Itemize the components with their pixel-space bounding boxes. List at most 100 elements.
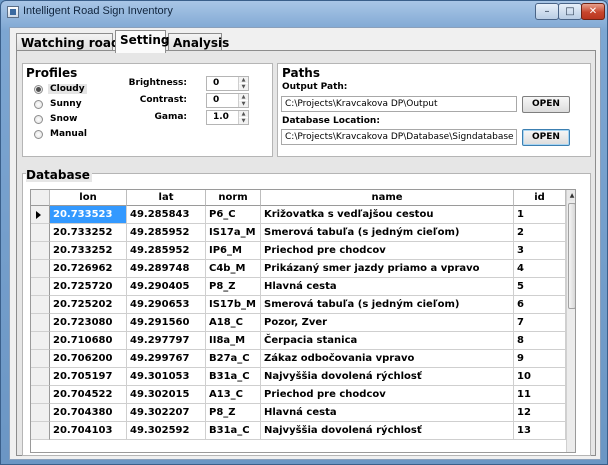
cell-lon[interactable]: 20.725202 — [50, 296, 127, 314]
cell-lon[interactable]: 20.733252 — [50, 242, 127, 260]
row-selector[interactable] — [31, 224, 50, 242]
contrast-spin-arrows[interactable]: ▲ ▼ — [238, 94, 248, 107]
cell-lat[interactable]: 49.291560 — [127, 314, 206, 332]
row-selector[interactable] — [31, 404, 50, 422]
row-selector[interactable] — [31, 350, 50, 368]
spin-down-icon[interactable]: ▼ — [239, 101, 248, 107]
cell-id[interactable]: 10 — [514, 368, 566, 386]
brightness-spin-arrows[interactable]: ▲ ▼ — [238, 77, 248, 90]
cell-lon[interactable]: 20.733523 — [50, 206, 127, 224]
cell-norm[interactable]: B27a_C — [206, 350, 261, 368]
row-selector[interactable] — [31, 242, 50, 260]
cell-norm[interactable]: P8_Z — [206, 404, 261, 422]
title-bar[interactable]: Intelligent Road Sign Inventory – □ ✕ — [1, 1, 607, 23]
cell-id[interactable]: 5 — [514, 278, 566, 296]
cell-lat[interactable]: 49.301053 — [127, 368, 206, 386]
open-database-button[interactable]: OPEN — [522, 129, 570, 146]
cell-name[interactable]: Smerová tabuľa (s jedným cieľom) — [261, 224, 514, 242]
cell-name[interactable]: Priechod pre chodcov — [261, 242, 514, 260]
table-row[interactable]: 20.726962 49.289748 C4b_M Prikázaný smer ja… — [31, 260, 566, 278]
column-header-lon[interactable]: lon — [50, 190, 127, 206]
cell-lat[interactable]: 49.302015 — [127, 386, 206, 404]
column-header-lat[interactable]: lat — [127, 190, 206, 206]
cell-norm[interactable]: A18_C — [206, 314, 261, 332]
cell-lon[interactable]: 20.705197 — [50, 368, 127, 386]
cell-lon[interactable]: 20.704380 — [50, 404, 127, 422]
cell-id[interactable]: 8 — [514, 332, 566, 350]
cell-name[interactable]: Pozor, Zver — [261, 314, 514, 332]
cell-lat[interactable]: 49.302592 — [127, 422, 206, 440]
cell-id[interactable]: 6 — [514, 296, 566, 314]
cell-norm[interactable]: P8_Z — [206, 278, 261, 296]
cell-id[interactable]: 13 — [514, 422, 566, 440]
cell-name[interactable]: Priechod pre chodcov — [261, 386, 514, 404]
row-selector[interactable] — [31, 368, 50, 386]
cell-lat[interactable]: 49.285843 — [127, 206, 206, 224]
cell-name[interactable]: Hlavná cesta — [261, 404, 514, 422]
row-selector[interactable] — [31, 332, 50, 350]
spin-up-icon[interactable]: ▲ — [239, 94, 248, 100]
cell-lat[interactable]: 49.289748 — [127, 260, 206, 278]
maximize-button[interactable]: □ — [558, 3, 582, 20]
cell-name[interactable]: Zákaz odbočovania vpravo — [261, 350, 514, 368]
cell-id[interactable]: 1 — [514, 206, 566, 224]
spin-up-icon[interactable]: ▲ — [239, 77, 248, 83]
column-header-norm[interactable]: norm — [206, 190, 261, 206]
row-selector[interactable] — [31, 386, 50, 404]
cell-norm[interactable]: P6_C — [206, 206, 261, 224]
table-row[interactable]: 20.704522 49.302015 A13_C Priechod pre chod… — [31, 386, 566, 404]
column-header-name[interactable]: name — [261, 190, 514, 206]
cell-lon[interactable]: 20.710680 — [50, 332, 127, 350]
column-header-id[interactable]: id — [514, 190, 566, 206]
table-row[interactable]: 20.710680 49.297797 II8a_M Čerpacia stanica… — [31, 332, 566, 350]
cell-norm[interactable]: IS17b_M — [206, 296, 261, 314]
cell-norm[interactable]: B31a_C — [206, 368, 261, 386]
tab-setting[interactable]: Setting — [115, 30, 170, 53]
table-row[interactable]: 20.725720 49.290405 P8_Z Hlavná cesta 5 — [31, 278, 566, 296]
cell-name[interactable]: Najvyššia dovolená rýchlosť — [261, 422, 514, 440]
cell-lon[interactable]: 20.726962 — [50, 260, 127, 278]
scrollbar-thumb[interactable] — [568, 203, 575, 309]
table-row[interactable]: 20.705197 49.301053 B31a_C Najvyššia dovole… — [31, 368, 566, 386]
scroll-up-icon[interactable]: ▲ — [567, 190, 575, 201]
table-row[interactable]: 20.725202 49.290653 IS17b_M Smerová tabuľa … — [31, 296, 566, 314]
spin-up-icon[interactable]: ▲ — [239, 111, 248, 117]
brightness-stepper[interactable]: 0 ▲ ▼ — [206, 76, 249, 91]
table-row[interactable]: 20.704103 49.302592 B31a_C Najvyššia dovole… — [31, 422, 566, 440]
cell-norm[interactable]: IP6_M — [206, 242, 261, 260]
cell-lat[interactable]: 49.290405 — [127, 278, 206, 296]
cell-lat[interactable]: 49.297797 — [127, 332, 206, 350]
cell-id[interactable]: 2 — [514, 224, 566, 242]
table-row[interactable]: 20.733523 49.285843 P6_C Križovatka s vedľa… — [31, 206, 566, 224]
table-row[interactable]: 20.733252 49.285952 IP6_M Priechod pre chod… — [31, 242, 566, 260]
cell-name[interactable]: Najvyššia dovolená rýchlosť — [261, 368, 514, 386]
cell-lon[interactable]: 20.704522 — [50, 386, 127, 404]
spin-down-icon[interactable]: ▼ — [239, 118, 248, 124]
database-location-input[interactable]: C:\Projects\Kravcakova DP\Database\Signd… — [281, 129, 517, 145]
close-button[interactable]: ✕ — [581, 3, 605, 20]
cell-id[interactable]: 3 — [514, 242, 566, 260]
cell-norm[interactable]: C4b_M — [206, 260, 261, 278]
cell-lat[interactable]: 49.302207 — [127, 404, 206, 422]
cell-lon[interactable]: 20.733252 — [50, 224, 127, 242]
row-selector[interactable] — [31, 260, 50, 278]
cell-norm[interactable]: IS17a_M — [206, 224, 261, 242]
cell-id[interactable]: 12 — [514, 404, 566, 422]
row-selector[interactable] — [31, 278, 50, 296]
open-output-button[interactable]: OPEN — [522, 96, 570, 113]
cell-norm[interactable]: II8a_M — [206, 332, 261, 350]
cell-lat[interactable]: 49.290653 — [127, 296, 206, 314]
table-row[interactable]: 20.733252 49.285952 IS17a_M Smerová tabuľa … — [31, 224, 566, 242]
vertical-scrollbar[interactable]: ▲ — [566, 190, 575, 452]
cell-id[interactable]: 11 — [514, 386, 566, 404]
row-selector[interactable] — [31, 422, 50, 440]
cell-id[interactable]: 4 — [514, 260, 566, 278]
row-selector[interactable] — [31, 206, 50, 224]
cell-lon[interactable]: 20.704103 — [50, 422, 127, 440]
cell-lat[interactable]: 49.285952 — [127, 242, 206, 260]
table-row[interactable]: 20.723080 49.291560 A18_C Pozor, Zver 7 — [31, 314, 566, 332]
row-selector[interactable] — [31, 314, 50, 332]
cell-lat[interactable]: 49.285952 — [127, 224, 206, 242]
cell-lon[interactable]: 20.723080 — [50, 314, 127, 332]
gama-stepper[interactable]: 1.0 ▲ ▼ — [206, 110, 249, 125]
